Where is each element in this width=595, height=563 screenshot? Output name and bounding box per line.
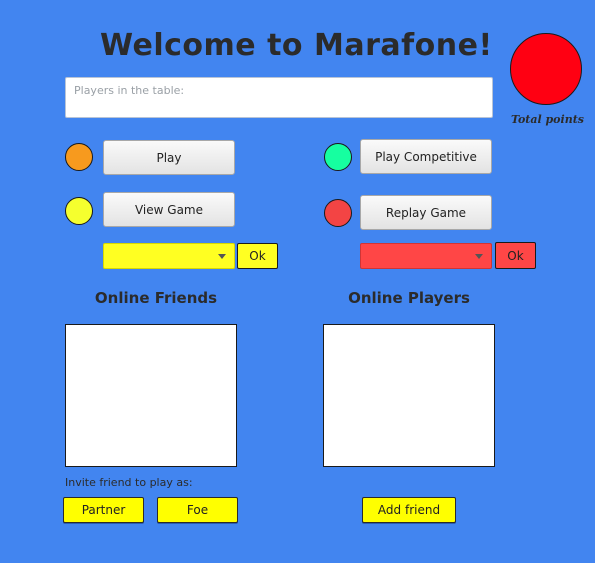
view-game-status-dot: [65, 197, 93, 225]
view-game-select[interactable]: [103, 243, 235, 269]
add-friend-button[interactable]: Add friend: [362, 497, 456, 523]
page-title: Welcome to Marafone!: [100, 28, 493, 63]
total-points-indicator: [510, 33, 582, 105]
players-table-field[interactable]: Players in the table:: [65, 77, 493, 118]
online-players-heading: Online Players: [348, 289, 470, 307]
chevron-down-icon: [475, 253, 483, 259]
chevron-down-icon: [218, 253, 226, 259]
replay-game-ok-button[interactable]: Ok: [495, 242, 536, 269]
view-game-button[interactable]: View Game: [103, 192, 235, 227]
play-button[interactable]: Play: [103, 140, 235, 175]
play-competitive-status-dot: [324, 143, 352, 171]
total-points-label: Total points: [511, 113, 584, 126]
invite-foe-button[interactable]: Foe: [157, 497, 238, 523]
online-players-list[interactable]: [323, 324, 495, 467]
online-friends-heading: Online Friends: [94, 289, 218, 307]
replay-game-status-dot: [324, 199, 352, 227]
invite-label: Invite friend to play as:: [65, 476, 193, 489]
view-game-ok-button[interactable]: Ok: [237, 243, 278, 269]
play-competitive-button[interactable]: Play Competitive: [360, 139, 492, 174]
play-status-dot: [65, 143, 93, 171]
online-friends-list[interactable]: [65, 324, 237, 467]
invite-partner-button[interactable]: Partner: [63, 497, 144, 523]
replay-game-button[interactable]: Replay Game: [360, 195, 492, 230]
replay-game-select[interactable]: [360, 243, 492, 269]
players-table-placeholder: Players in the table:: [74, 84, 185, 97]
